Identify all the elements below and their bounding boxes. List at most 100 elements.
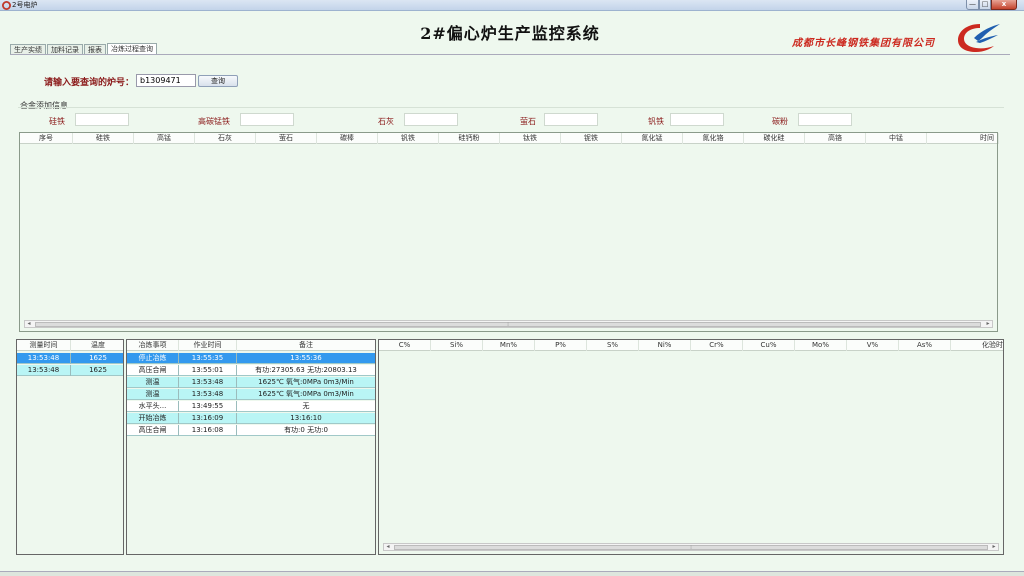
horizontal-scrollbar[interactable]: ◂ ⁞ ▸ [383,543,999,551]
tab-divider [10,54,1010,55]
alloy-input-high-carbon-ferromanganese[interactable] [240,113,294,126]
table-row[interactable]: 开始冶炼 13:16:09 13:16:10 [127,413,375,424]
column-header[interactable]: Cu% [743,340,795,351]
column-header[interactable]: 备注 [237,340,375,351]
table-header: 冶炼事项 作业时间 备注 [127,340,375,351]
table-row[interactable]: 测温 13:53:48 1625℃ 氧气:0MPa 0m3/Min [127,377,375,388]
table-cell: 1625 [89,366,107,374]
column-header[interactable]: S% [587,340,639,351]
smelting-event-table[interactable]: 冶炼事项 作业时间 备注 停止冶炼 13:55:35 13:55:36 高压合闸… [126,339,376,555]
column-header[interactable]: 中锰 [866,133,927,144]
column-header[interactable]: Mo% [795,340,847,351]
column-header[interactable]: 萤石 [256,133,317,144]
table-row[interactable]: 13:53:48 1625 [17,365,123,376]
scroll-right-icon[interactable]: ▸ [984,320,992,328]
column-header[interactable]: 化验时 [951,340,1005,351]
table-cell: 13:53:48 [179,377,237,388]
column-header[interactable]: Cr% [691,340,743,351]
column-header[interactable]: 钒铁 [378,133,439,144]
furnace-number-input[interactable] [136,74,196,87]
scroll-left-icon[interactable]: ◂ [25,320,33,328]
table-row[interactable]: 停止冶炼 13:55:35 13:55:36 [127,353,375,364]
table-cell: 13:53:48 [17,365,71,376]
scrollbar-thumb[interactable]: ⁞ [394,545,988,551]
horizontal-scrollbar[interactable]: ◂ ⁞ ▸ [24,320,993,328]
column-header[interactable]: P% [535,340,587,351]
window-title: 2号电炉 [12,1,38,9]
table-row[interactable]: 高压合闸 13:16:08 有功:0 无功:0 [127,425,375,436]
column-header[interactable]: Ni% [639,340,691,351]
column-header[interactable]: 石灰 [195,133,256,144]
company-logo-icon [958,24,1000,52]
table-row[interactable]: 水平头... 13:49:55 无 [127,401,375,412]
alloy-record-table[interactable]: 序号 硅铁 高锰 石灰 萤石 碳棒 钒铁 硅钙粉 钛铁 铌铁 氮化锰 氮化铬 碳… [19,132,999,332]
column-header[interactable]: 硅铁 [73,133,134,144]
table-cell: 无 [302,402,310,410]
column-header[interactable]: V% [847,340,899,351]
alloy-input-ferrovanadium[interactable] [670,113,724,126]
column-header[interactable]: 高铬 [805,133,866,144]
alloy-input-ferrosilicon[interactable] [75,113,129,126]
temperature-table[interactable]: 测量时间 温度 13:53:48 1625 13:53:48 1625 [16,339,124,555]
alloy-input-fluorite[interactable] [544,113,598,126]
window-titlebar [0,0,1024,11]
column-header[interactable]: 序号 [20,133,73,144]
chemical-analysis-table[interactable]: C% Si% Mn% P% S% Ni% Cr% Cu% Mo% V% As% … [378,339,1004,555]
table-cell: 1625 [89,354,107,362]
column-header[interactable]: Mn% [483,340,535,351]
column-header[interactable]: As% [899,340,951,351]
column-header[interactable]: 氮化锰 [622,133,683,144]
table-cell: 13:16:10 [290,414,322,422]
scroll-left-icon[interactable]: ◂ [384,543,392,551]
table-cell: 13:16:08 [179,425,237,436]
column-header[interactable]: 碳化硅 [744,133,805,144]
column-header[interactable]: 时间 [927,133,999,144]
scroll-right-icon[interactable]: ▸ [990,543,998,551]
alloy-label-fluorite: 萤石 [520,117,536,126]
alloy-label-high-carbon-ferromanganese: 高碳锰铁 [198,117,230,126]
column-header[interactable]: 钛铁 [500,133,561,144]
table-cell: 高压合闸 [127,365,179,376]
app-icon [2,1,11,10]
alloy-label-carbon-powder: 碳粉 [772,117,788,126]
column-header[interactable]: 碳棒 [317,133,378,144]
table-row[interactable]: 高压合闸 13:55:01 有功:27305.63 无功:20803.13 [127,365,375,376]
table-cell: 13:55:35 [179,353,237,364]
table-cell: 有功:0 无功:0 [284,426,328,434]
alloy-label-ferrosilicon: 硅铁 [49,117,65,126]
column-header[interactable]: 铌铁 [561,133,622,144]
column-header[interactable]: 作业时间 [179,340,237,351]
column-header[interactable]: 温度 [71,340,125,351]
minimize-button[interactable]: — [966,0,979,10]
table-cell: 13:49:55 [179,401,237,412]
table-header: 测量时间 温度 [17,340,123,351]
close-button[interactable]: x [991,0,1017,10]
alloy-input-lime[interactable] [404,113,458,126]
alloy-label-ferrovanadium: 钒铁 [648,117,664,126]
table-row[interactable]: 测温 13:53:48 1625℃ 氧气:0MPa 0m3/Min [127,389,375,400]
table-cell: 13:55:01 [179,365,237,376]
table-cell: 水平头... [127,401,179,412]
maximize-button[interactable]: □ [979,0,991,10]
page-title: 2#偏心炉生产监控系统 [420,24,600,43]
column-header[interactable]: 氮化铬 [683,133,744,144]
table-header: C% Si% Mn% P% S% Ni% Cr% Cu% Mo% V% As% … [379,340,1003,351]
column-header[interactable]: 硅钙粉 [439,133,500,144]
scrollbar-thumb[interactable]: ⁞ [35,322,981,328]
column-header[interactable]: 冶炼事项 [127,340,179,351]
table-cell: 1625℃ 氧气:0MPa 0m3/Min [258,390,354,398]
table-cell: 开始冶炼 [127,413,179,424]
table-cell: 13:53:48 [17,353,71,364]
company-name: 成都市长峰钢铁集团有限公司 [792,38,935,49]
furnace-number-label: 请输入要查询的炉号： [44,78,135,88]
alloy-input-carbon-powder[interactable] [798,113,852,126]
table-cell: 13:53:48 [179,389,237,400]
query-button[interactable]: 查询 [198,75,238,87]
table-cell: 13:55:36 [290,354,322,362]
column-header[interactable]: C% [379,340,431,351]
column-header[interactable]: 测量时间 [17,340,71,351]
column-header[interactable]: Si% [431,340,483,351]
column-header[interactable]: 高锰 [134,133,195,144]
table-cell: 测温 [127,377,179,388]
table-row[interactable]: 13:53:48 1625 [17,353,123,364]
